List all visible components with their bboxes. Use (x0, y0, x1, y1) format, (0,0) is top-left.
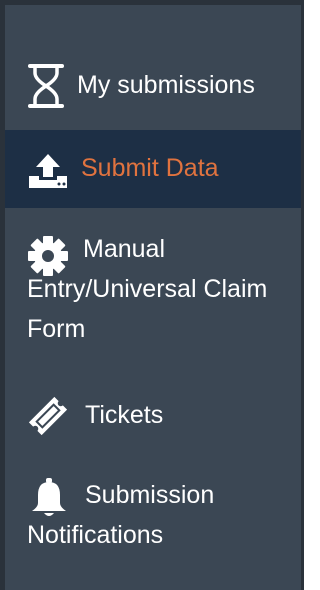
sidebar: My submissions Submit Data Manual Entry/… (0, 0, 304, 590)
hourglass-icon (27, 63, 65, 109)
sidebar-item-submission-notifications[interactable]: Submission Notifications (5, 475, 301, 555)
ticket-icon (25, 393, 71, 439)
sidebar-item-my-submissions[interactable]: My submissions (5, 61, 301, 113)
sidebar-item-label: Tickets (85, 401, 164, 429)
sidebar-item-label: My submissions (77, 71, 255, 99)
sidebar-item-label: Submit Data (81, 154, 219, 182)
sidebar-item-submit-data[interactable]: Submit Data (5, 130, 301, 208)
sidebar-item-label: Manual Entry/Universal Claim Form (27, 235, 268, 343)
sidebar-item-manual-entry[interactable]: Manual Entry/Universal Claim Form (5, 229, 301, 353)
upload-icon (25, 152, 71, 190)
sidebar-item-label: Submission Notifications (27, 481, 215, 549)
sidebar-item-tickets[interactable]: Tickets (5, 391, 301, 441)
